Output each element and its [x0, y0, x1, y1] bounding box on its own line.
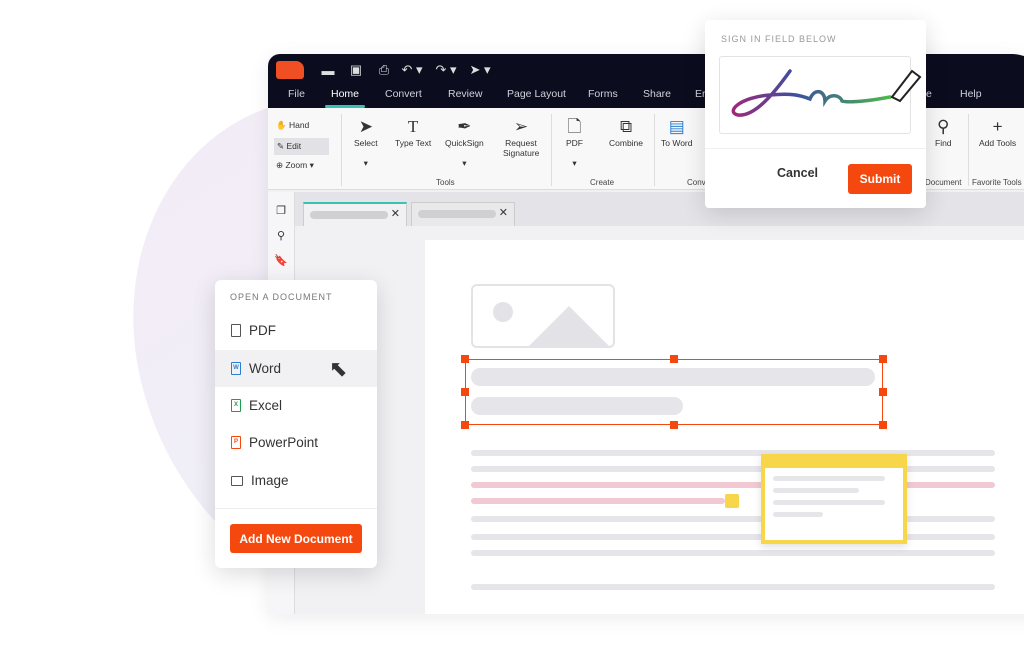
- highlight: [471, 482, 995, 488]
- menu-convert[interactable]: Convert: [385, 88, 422, 100]
- menu-review[interactable]: Review: [448, 88, 482, 100]
- search-icon[interactable]: ⚲: [268, 229, 294, 242]
- highlight: [471, 498, 725, 504]
- close-icon[interactable]: ✕: [391, 207, 400, 220]
- zoom-tool[interactable]: ⊕ Zoom ▾: [276, 160, 314, 171]
- cursor-icon[interactable]: ➤ ▾: [466, 62, 494, 78]
- group-document: Document: [925, 178, 962, 187]
- quicksign-tool[interactable]: ✒ QuickSign ▾: [445, 116, 484, 169]
- sticky-note[interactable]: [761, 454, 907, 544]
- menu-page-layout[interactable]: Page Layout: [507, 88, 566, 100]
- signature-drawing: [731, 69, 922, 117]
- open-document-panel: OPEN A DOCUMENT PDF W Word ⬉ X Excel P Power…: [215, 280, 377, 568]
- type-text-tool[interactable]: T Type Text: [395, 116, 431, 148]
- add-tools[interactable]: + Add Tools: [979, 116, 1016, 148]
- document-page: [425, 240, 1024, 614]
- open-powerpoint[interactable]: P PowerPoint: [215, 424, 377, 461]
- document-tab[interactable]: ✕: [411, 202, 515, 226]
- pages-icon[interactable]: ❐: [268, 204, 294, 217]
- print-icon[interactable]: ⎙: [370, 62, 398, 78]
- app-logo: [276, 61, 304, 79]
- group-favorite-tools: Favorite Tools: [972, 178, 1022, 187]
- cursor-icon: ➤: [358, 117, 373, 136]
- word-file-icon: W: [231, 362, 241, 375]
- submit-button[interactable]: Submit: [848, 164, 912, 194]
- cancel-button[interactable]: Cancel: [777, 166, 818, 180]
- pen-icon: ✒: [457, 117, 472, 136]
- select-tool[interactable]: ➤ Select ▾: [354, 116, 378, 169]
- word-icon: ▤: [668, 117, 685, 136]
- combine-tool[interactable]: ⧉ Combine: [609, 116, 643, 148]
- cursor-icon: ⬉: [329, 355, 348, 381]
- combine-icon: ⧉: [619, 117, 633, 136]
- bookmark-icon[interactable]: 🔖: [268, 254, 294, 267]
- menu-help[interactable]: Help: [960, 88, 982, 100]
- excel-file-icon: X: [231, 399, 241, 412]
- open-image[interactable]: Image: [215, 462, 377, 499]
- powerpoint-file-icon: P: [231, 436, 241, 449]
- group-tools: Tools: [436, 178, 455, 187]
- note-icon[interactable]: [725, 494, 739, 508]
- document-tab[interactable]: ✕: [303, 202, 407, 226]
- close-icon[interactable]: ✕: [499, 206, 508, 219]
- menu-forms[interactable]: Forms: [588, 88, 618, 100]
- plus-icon: +: [992, 117, 1003, 136]
- image-file-icon: [231, 475, 243, 486]
- open-word[interactable]: W Word ⬉: [215, 350, 377, 387]
- panel-heading: OPEN A DOCUMENT: [230, 292, 333, 302]
- image-placeholder: [471, 284, 615, 348]
- to-word-tool[interactable]: ▤ To Word: [661, 116, 693, 148]
- menu-file[interactable]: File: [288, 88, 305, 100]
- group-convert: Conv: [687, 178, 706, 187]
- text-icon: T: [407, 117, 419, 136]
- create-pdf-tool[interactable]: 🗋 PDF ▾: [566, 116, 583, 169]
- menu-share[interactable]: Share: [643, 88, 671, 100]
- sign-panel: SIGN IN FIELD BELOW Cancel Submit: [705, 20, 926, 208]
- send-icon: ➢: [513, 117, 529, 136]
- redo-icon[interactable]: ↷ ▾: [426, 62, 466, 78]
- file-plus-icon: 🗋: [567, 117, 582, 136]
- request-signature-tool[interactable]: ➢ Request Signature: [503, 116, 539, 158]
- group-create: Create: [590, 178, 615, 187]
- pen-icon: [890, 69, 922, 103]
- menu-home[interactable]: Home: [324, 88, 366, 108]
- open-folder-icon[interactable]: ▬: [314, 63, 342, 78]
- save-icon[interactable]: ▣: [342, 62, 370, 78]
- open-pdf[interactable]: PDF: [215, 312, 377, 349]
- signature-field[interactable]: [719, 56, 922, 134]
- hand-tool[interactable]: ✋ Hand: [276, 120, 309, 131]
- open-excel[interactable]: X Excel: [215, 387, 377, 424]
- edit-tool[interactable]: ✎ Edit: [274, 138, 330, 155]
- pdf-file-icon: [231, 324, 241, 337]
- menu-partial[interactable]: Er: [695, 88, 706, 100]
- undo-icon[interactable]: ↶ ▾: [398, 62, 426, 78]
- sign-heading: SIGN IN FIELD BELOW: [721, 34, 837, 44]
- add-new-document-button[interactable]: Add New Document: [230, 524, 362, 553]
